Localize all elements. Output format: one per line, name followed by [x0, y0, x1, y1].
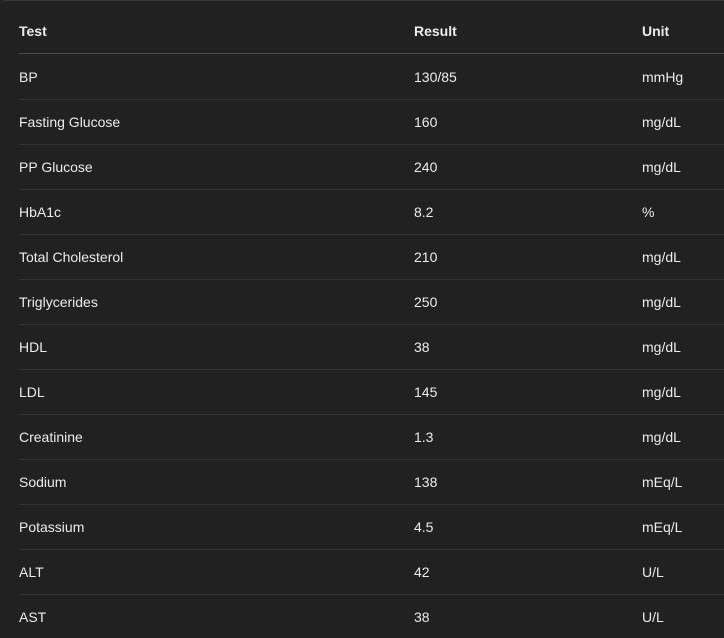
result-value-cell: 8.2	[414, 203, 434, 220]
table-row: LDL 145 mg/dL	[19, 369, 724, 415]
header-unit: Unit	[642, 23, 670, 39]
lab-results-table: Test Result Unit BP 130/85 mmHg Fasting …	[0, 0, 724, 638]
test-name-cell: AST	[19, 608, 47, 625]
result-value-cell: 160	[414, 113, 438, 130]
result-value-cell: 250	[414, 293, 438, 310]
result-value-cell: 38	[414, 338, 430, 355]
test-name-cell: Total Cholesterol	[19, 248, 124, 265]
result-value-cell: 38	[414, 608, 430, 625]
result-value-cell: 138	[414, 473, 438, 490]
unit-cell: mg/dL	[642, 383, 681, 400]
table-row: Total Cholesterol 210 mg/dL	[19, 234, 724, 280]
result-value-cell: 1.3	[414, 428, 434, 445]
test-name-cell: LDL	[19, 383, 45, 400]
test-name-cell: Triglycerides	[19, 293, 98, 310]
result-value-cell: 4.5	[414, 518, 434, 535]
test-name-cell: PP Glucose	[19, 158, 93, 175]
test-name-cell: HDL	[19, 338, 48, 355]
test-name-cell: HbA1c	[19, 203, 62, 220]
unit-cell: mg/dL	[642, 338, 681, 355]
test-name-cell: Potassium	[19, 518, 85, 535]
table-header-row: Test Result Unit	[19, 9, 724, 54]
table-row: Creatinine 1.3 mg/dL	[19, 414, 724, 460]
table-row: Fasting Glucose 160 mg/dL	[19, 99, 724, 145]
unit-cell: mg/dL	[642, 293, 681, 310]
result-value-cell: 210	[414, 248, 438, 265]
unit-cell: mEq/L	[642, 518, 683, 535]
unit-cell: mg/dL	[642, 113, 681, 130]
unit-cell: %	[642, 203, 655, 220]
header-result: Result	[414, 23, 457, 39]
table-row: Triglycerides 250 mg/dL	[19, 279, 724, 325]
table-row: Potassium 4.5 mEq/L	[19, 504, 724, 550]
unit-cell: mg/dL	[642, 158, 681, 175]
table-row: BP 130/85 mmHg	[19, 54, 724, 100]
test-name-cell: Fasting Glucose	[19, 113, 121, 130]
test-name-cell: BP	[19, 68, 38, 85]
test-name-cell: Creatinine	[19, 428, 83, 445]
table-row: Sodium 138 mEq/L	[19, 459, 724, 505]
unit-cell: mg/dL	[642, 428, 681, 445]
unit-cell: U/L	[642, 563, 664, 580]
unit-cell: U/L	[642, 608, 664, 625]
result-value-cell: 240	[414, 158, 438, 175]
result-value-cell: 42	[414, 563, 430, 580]
table-row: AST 38 U/L	[19, 594, 724, 638]
unit-cell: mmHg	[642, 68, 684, 85]
unit-cell: mg/dL	[642, 248, 681, 265]
result-value-cell: 130/85	[414, 68, 457, 85]
header-test: Test	[19, 23, 47, 39]
table-row: HDL 38 mg/dL	[19, 324, 724, 370]
test-name-cell: Sodium	[19, 473, 67, 490]
test-name-cell: ALT	[19, 563, 44, 580]
result-value-cell: 145	[414, 383, 438, 400]
table-row: ALT 42 U/L	[19, 549, 724, 595]
unit-cell: mEq/L	[642, 473, 683, 490]
table-row: PP Glucose 240 mg/dL	[19, 144, 724, 190]
table-row: HbA1c 8.2 %	[19, 189, 724, 235]
